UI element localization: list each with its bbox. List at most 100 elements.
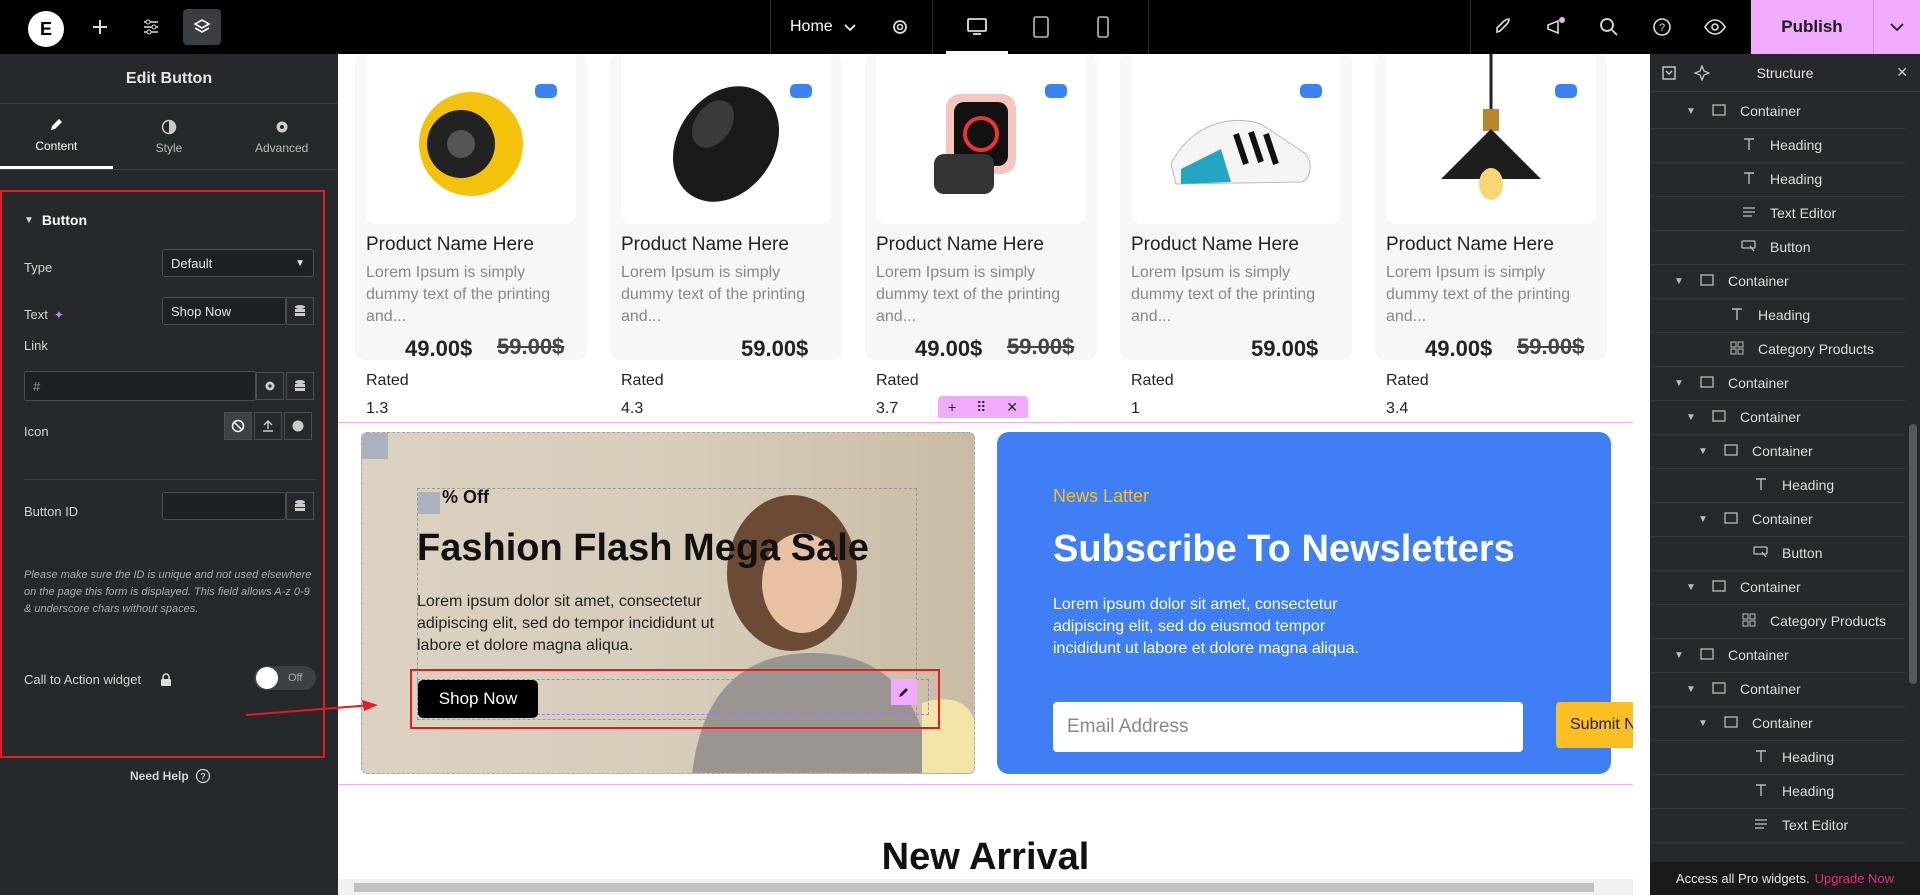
structure-item[interactable]: Heading [1698,162,1822,196]
structure-item[interactable]: ▼ Container [1686,672,1801,706]
product-card[interactable]: Product Name Here Lorem Ipsum is simply … [1120,54,1352,361]
structure-item[interactable]: ▼ Container [1698,434,1813,468]
shop-now-button[interactable]: Shop Now [418,680,538,718]
drag-handle-icon[interactable]: ⠿ [976,399,986,416]
structure-item[interactable]: ▼ Container [1698,706,1813,740]
caret-down-icon[interactable]: ▼ [1698,718,1714,729]
icon-none-button[interactable] [224,412,252,440]
desktop-view-button[interactable] [946,0,1008,54]
search-button[interactable] [1587,0,1631,54]
structure-item[interactable]: ▼ Container [1686,400,1801,434]
wishlist-badge[interactable] [1045,84,1067,98]
horizontal-scrollbar[interactable] [338,879,1633,895]
promo-banner[interactable]: % Off Fashion Flash Mega Sale Lorem ipsu… [361,432,975,774]
cta-toggle[interactable]: Off [254,666,316,690]
structure-item[interactable]: Heading [1710,740,1834,774]
site-settings-button[interactable] [131,0,171,54]
structure-item[interactable]: ▼ Container [1674,638,1789,672]
structure-item[interactable]: Category Products [1686,332,1874,366]
page-settings-button[interactable] [880,0,920,54]
edit-widget-button[interactable] [891,679,917,705]
text-editor-icon [1740,206,1758,221]
launch-button[interactable] [1480,0,1524,54]
submit-button[interactable]: Submit N [1556,702,1633,748]
caret-down-icon[interactable]: ▼ [1686,684,1702,695]
tablet-view-button[interactable] [1010,0,1072,54]
elementor-logo[interactable]: E [28,11,64,47]
structure-item[interactable]: Button [1698,230,1810,264]
structure-item[interactable]: Text Editor [1710,808,1848,842]
caret-down-icon[interactable]: ▼ [1674,378,1690,389]
caret-down-icon[interactable]: ▼ [1698,514,1714,525]
caret-down-icon[interactable]: ▼ [1686,106,1702,117]
caret-down-icon[interactable]: ▼ [1698,446,1714,457]
close-icon[interactable]: ✕ [1006,399,1018,416]
scrollbar-thumb[interactable] [1909,424,1917,684]
structure-item-label: Container [1752,511,1813,527]
link-options-button[interactable] [256,372,284,400]
wishlist-badge[interactable] [790,84,812,98]
text-input[interactable]: Shop Now [162,297,286,325]
tab-style[interactable]: Style [113,104,226,169]
caret-down-icon[interactable]: ▼ [1686,412,1702,423]
structure-item[interactable]: Heading [1710,468,1834,502]
upgrade-link[interactable]: Upgrade Now [1815,871,1895,886]
structure-item[interactable]: Heading [1686,298,1810,332]
structure-item-label: Container [1728,647,1789,663]
product-card[interactable]: Product Name Here Lorem Ipsum is simply … [1375,54,1607,361]
publish-button[interactable]: Publish [1751,0,1873,54]
scrollbar-thumb[interactable] [354,883,1594,892]
structure-item[interactable]: ▼ Container [1686,94,1801,128]
product-card[interactable]: Product Name Here Lorem Ipsum is simply … [355,54,587,361]
tab-label: Content [35,139,78,153]
structure-item[interactable]: ▼ Container [1686,570,1801,604]
wishlist-badge[interactable] [535,84,557,98]
structure-item[interactable]: Heading [1698,128,1822,162]
dynamic-tags-button[interactable] [286,492,314,520]
structure-item[interactable]: ▼ Container [1674,264,1789,298]
help-button[interactable]: ? [1640,0,1684,54]
link-input[interactable]: # [24,371,256,401]
preview-button[interactable] [1693,0,1737,54]
caret-down-icon[interactable]: ▼ [1674,650,1690,661]
structure-item[interactable]: Category Products [1698,604,1886,638]
product-card[interactable]: Product Name Here Lorem Ipsum is simply … [610,54,842,361]
wishlist-badge[interactable] [1555,84,1577,98]
email-field[interactable]: Email Address [1053,702,1523,752]
publish-options-button[interactable] [1873,0,1920,54]
grid-icon [1728,341,1746,358]
type-select[interactable]: Default ▼ [162,249,314,277]
tab-advanced[interactable]: Advanced [225,104,338,169]
close-icon[interactable]: ✕ [1896,64,1908,81]
wishlist-badge[interactable] [1300,84,1322,98]
product-card[interactable]: Product Name Here Lorem Ipsum is simply … [865,54,1097,361]
section-header-button[interactable]: ▼ Button [24,212,87,228]
caret-down-icon[interactable]: ▼ [1674,276,1690,287]
dynamic-tags-button[interactable] [286,372,314,400]
structure-item[interactable]: Text Editor [1698,196,1836,230]
container-handle[interactable] [362,433,388,459]
icon-upload-button[interactable] [254,412,282,440]
caret-down-icon[interactable]: ▼ [1686,582,1702,593]
structure-item[interactable]: ▼ Container [1698,502,1813,536]
structure-item[interactable]: ▼ Container [1674,366,1789,400]
ai-sparkle-icon[interactable]: ✦ [54,308,64,322]
mobile-view-button[interactable] [1072,0,1134,54]
tab-content[interactable]: Content [0,104,113,169]
structure-item[interactable]: Button [1710,536,1822,570]
structure-button[interactable] [183,9,221,45]
add-element-button[interactable] [80,0,120,54]
dynamic-tags-button[interactable] [286,297,314,325]
inner-container-handle[interactable] [418,492,440,514]
page-selector[interactable]: Home [790,0,857,54]
icon-library-button[interactable] [284,412,312,440]
add-icon[interactable]: + [948,399,956,415]
structure-item-label: Heading [1782,783,1835,799]
structure-scrollbar[interactable] [1906,94,1920,870]
need-help-link[interactable]: Need Help ? [130,768,211,784]
upgrade-text: Access all Pro widgets. [1675,871,1810,886]
structure-item[interactable]: Heading [1710,774,1834,808]
structure-item-label: Text Editor [1770,205,1837,221]
notifications-button[interactable] [1533,0,1577,54]
button-id-input[interactable] [162,492,286,520]
